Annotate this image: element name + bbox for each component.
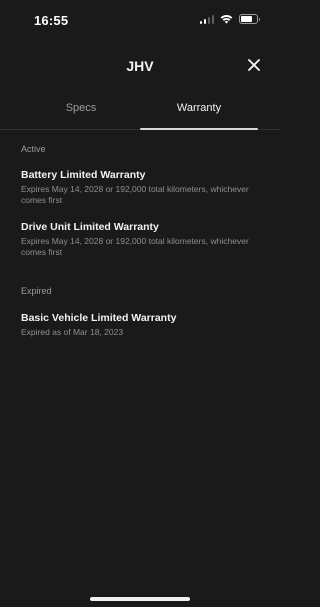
wifi-icon: [220, 15, 233, 24]
tab-warranty[interactable]: Warranty: [140, 92, 258, 130]
tab-bar: Specs Warranty: [0, 92, 280, 130]
warranty-item-title: Battery Limited Warranty: [21, 169, 146, 181]
home-indicator[interactable]: [90, 597, 190, 601]
close-button[interactable]: [246, 57, 262, 73]
page-title: JHV: [126, 58, 154, 74]
warranty-item-subtitle: Expires May 14, 2028 or 192,000 total ki…: [21, 184, 249, 205]
cellular-signal-icon: [199, 14, 214, 24]
selected-tab-indicator: [140, 128, 258, 130]
header: JHV: [0, 52, 280, 80]
warranty-item-title: Basic Vehicle Limited Warranty: [21, 312, 177, 324]
close-icon: [248, 59, 260, 71]
warranty-item-battery[interactable]: Battery Limited Warranty Expires May 14,…: [21, 169, 261, 206]
warranty-screen: 16:55 JHV Specs Warranty Active Battery …: [0, 0, 280, 607]
section-label-active: Active: [21, 144, 46, 154]
warranty-item-subtitle: Expires May 14, 2028 or 192,000 total ki…: [21, 236, 249, 257]
warranty-item-basic-vehicle[interactable]: Basic Vehicle Limited Warranty Expired a…: [21, 312, 261, 338]
status-bar: 16:55: [0, 0, 280, 40]
status-time: 16:55: [34, 13, 69, 28]
status-icons: [199, 14, 260, 24]
warranty-item-subtitle: Expired as of Mar 18, 2023: [21, 327, 124, 337]
section-label-expired: Expired: [21, 286, 52, 296]
tab-specs[interactable]: Specs: [22, 92, 140, 130]
warranty-item-title: Drive Unit Limited Warranty: [21, 221, 159, 233]
warranty-item-drive-unit[interactable]: Drive Unit Limited Warranty Expires May …: [21, 221, 261, 258]
battery-icon: [239, 14, 260, 24]
